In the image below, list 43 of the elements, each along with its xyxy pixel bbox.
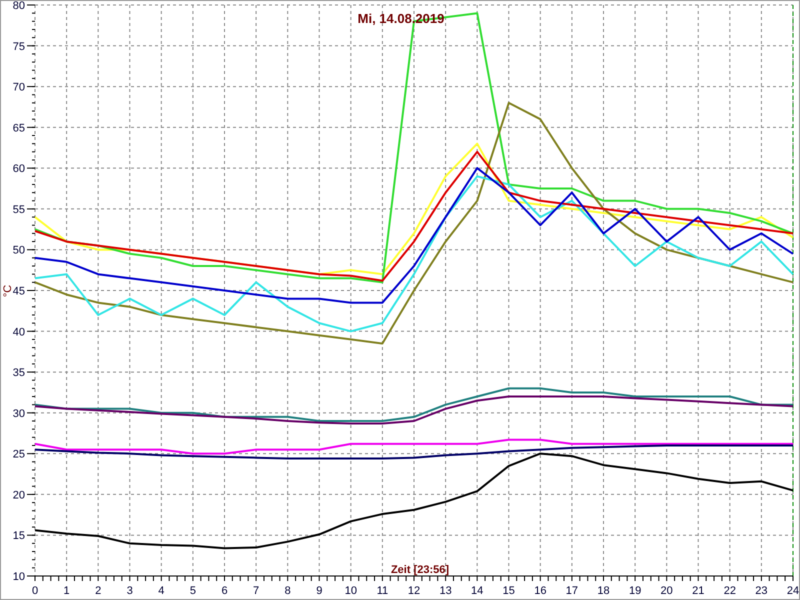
tick-label: 3 [126, 585, 133, 597]
x-axis-label: Zeit [23:56] [390, 564, 450, 576]
tick-label: 12 [408, 585, 420, 597]
tick-label: 13 [439, 585, 452, 597]
tick-label: 45 [12, 286, 25, 298]
tick-label: 16 [534, 585, 546, 597]
tick-label: 35 [12, 367, 25, 380]
tick-label: 70 [12, 82, 25, 94]
tick-label: 2 [95, 585, 102, 597]
tick-label: 0 [32, 585, 38, 597]
tick-label: 20 [12, 489, 25, 502]
tick-label: 18 [597, 585, 610, 597]
tick-label: 4 [158, 585, 164, 597]
tick-label: 9 [316, 585, 322, 597]
tick-label: 8 [284, 585, 291, 597]
tick-label: 19 [628, 585, 642, 597]
tick-label: 5 [190, 585, 196, 597]
tick-label: 75 [12, 40, 25, 53]
tick-label: 22 [724, 585, 736, 597]
tick-label: 7 [253, 585, 260, 597]
tick-label: 55 [12, 204, 25, 216]
tick-label: 10 [12, 571, 25, 583]
tick-label: 40 [12, 326, 25, 338]
tick-label: 25 [12, 448, 25, 461]
tick-label: 11 [376, 585, 388, 597]
tick-label: 20 [660, 585, 673, 597]
tick-label: 1 [64, 585, 70, 597]
tick-label: 50 [12, 244, 25, 257]
tick-label: 15 [502, 585, 515, 597]
chart-title: Mi, 14.08.2019 [358, 11, 444, 26]
y-axis-label: °C [2, 284, 14, 298]
tick-label: 17 [566, 585, 578, 597]
tick-label: 60 [12, 163, 25, 176]
tick-label: 21 [692, 585, 704, 597]
tick-label: 30 [12, 408, 25, 420]
tick-label: 23 [755, 585, 768, 597]
tick-label: 10 [344, 585, 357, 597]
tick-label: 24 [786, 585, 799, 597]
tick-label: 15 [12, 530, 25, 542]
tick-label: 6 [221, 585, 228, 597]
tick-label: 14 [471, 585, 484, 597]
tick-label: 80 [12, 1, 25, 12]
tick-label: 65 [12, 122, 25, 134]
